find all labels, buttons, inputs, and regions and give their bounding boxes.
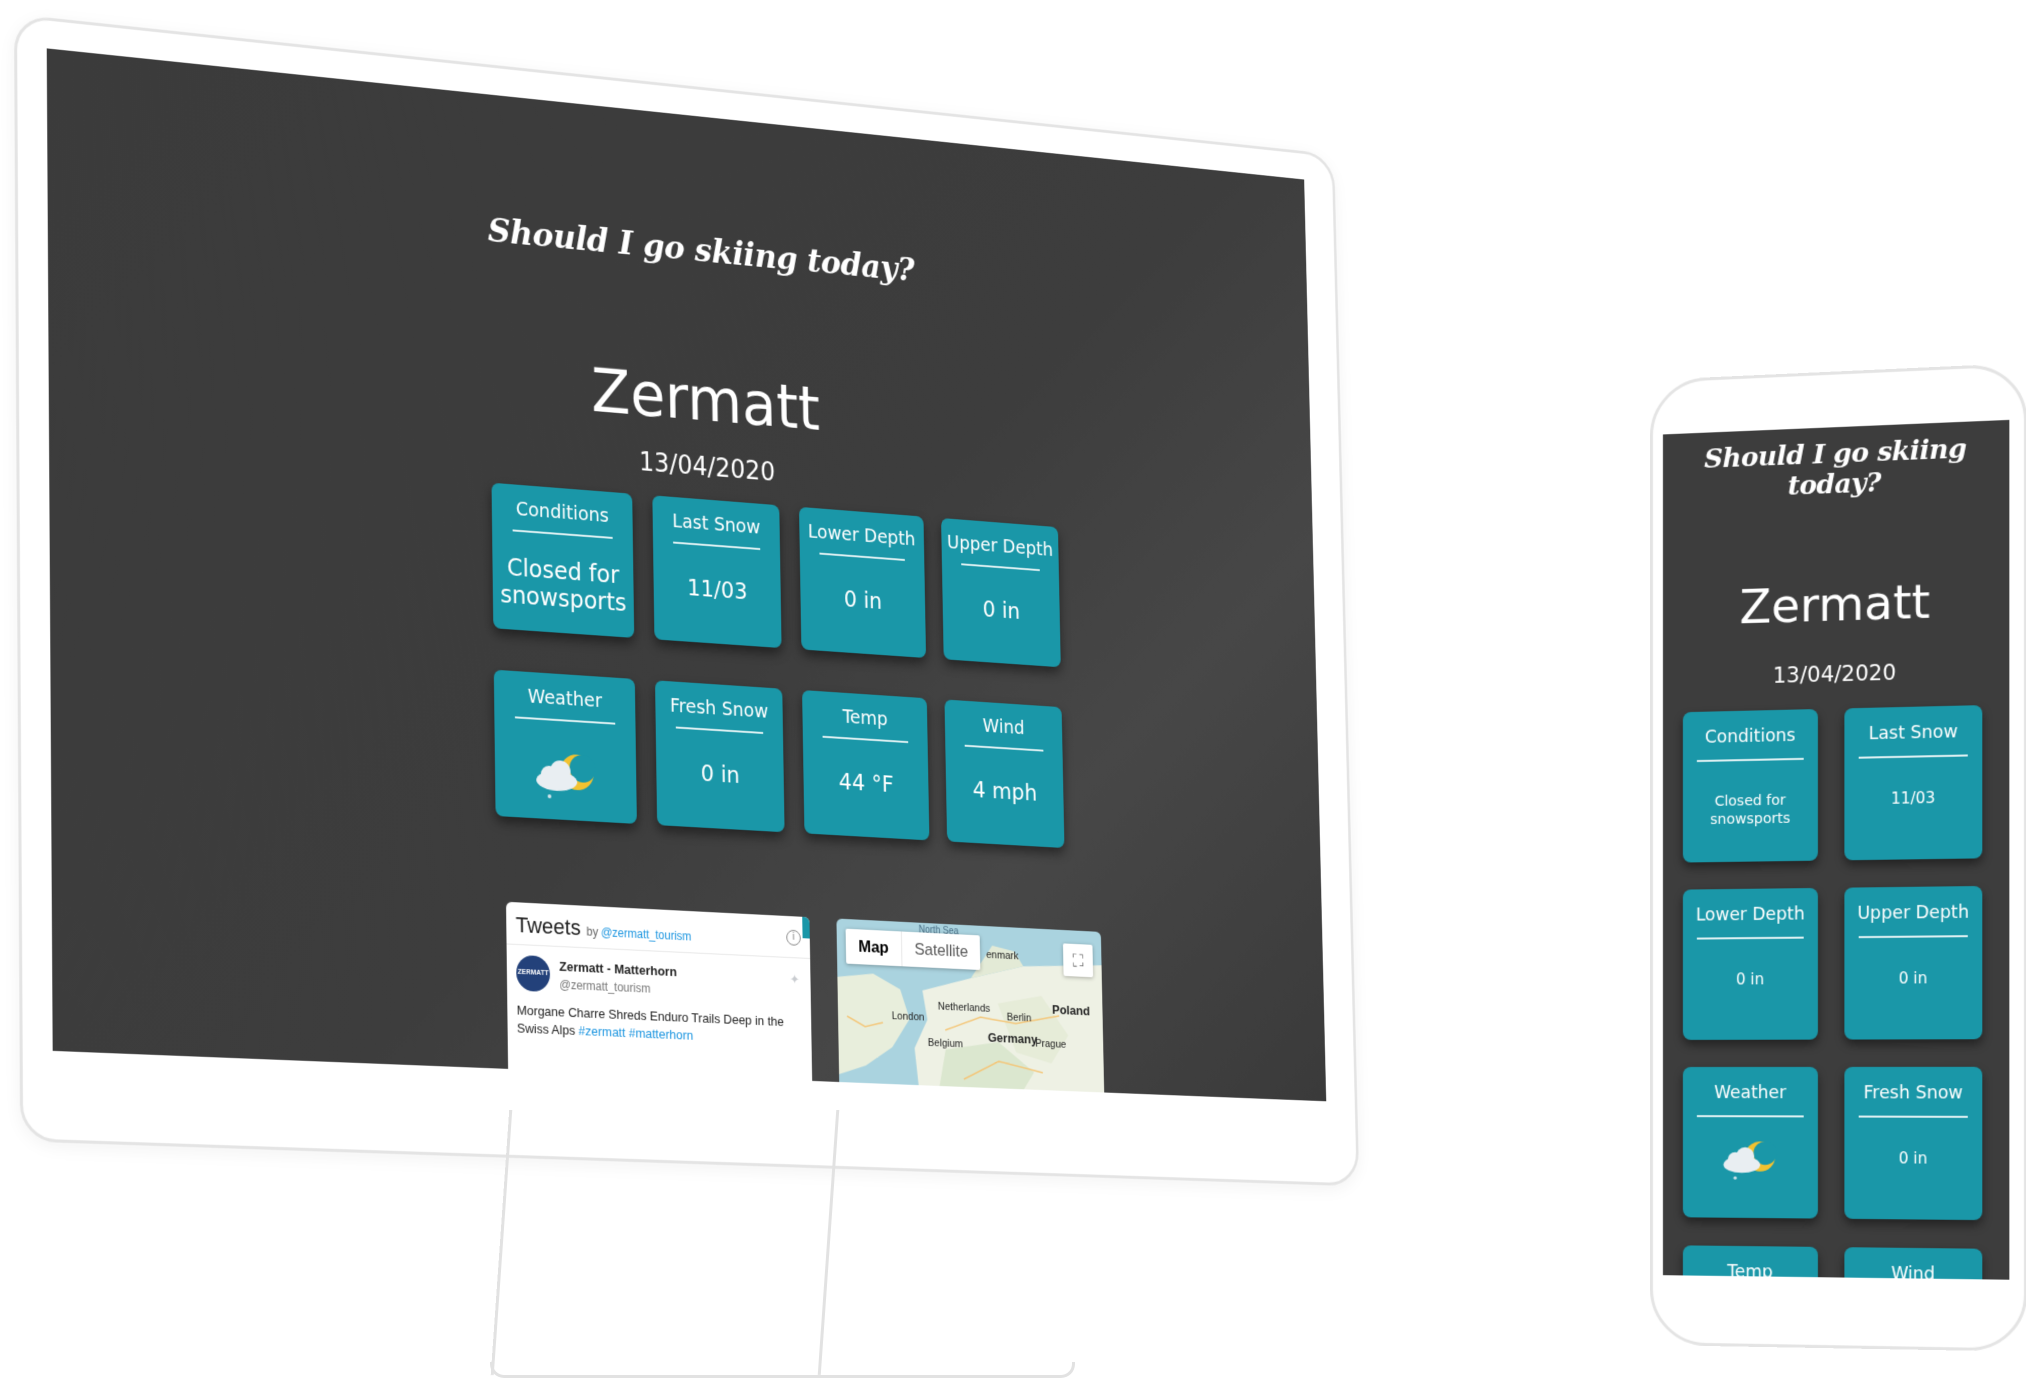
card-label: Upper Depth (1857, 902, 1970, 924)
app-title-mobile: Should I go skiing today? (1704, 433, 1967, 502)
twitter-bird-icon[interactable]: ✦ (790, 972, 800, 988)
map-type-control: Map Satellite (845, 928, 981, 971)
card-value: 0 in (982, 597, 1021, 625)
card-label: Fresh Snow (669, 694, 769, 723)
card-divider (675, 726, 764, 734)
conditions-card-mobile: Conditions Closed for snowsports (1682, 709, 1818, 863)
card-value: Closed for snowsports (500, 553, 627, 618)
map-label-belgium: Belgium (927, 1037, 964, 1051)
card-divider (1696, 936, 1804, 940)
card-divider (961, 563, 1040, 572)
card-label: Conditions (1704, 725, 1796, 748)
wind-card: Wind 4 mph (944, 699, 1065, 849)
last-snow-card-mobile: Last Snow 11/03 (1844, 705, 1983, 861)
partly-cloudy-night-snow-icon (536, 753, 596, 799)
card-value: 4 mph (972, 777, 1038, 807)
monitor-stand-neck (490, 1110, 840, 1375)
card-value: 0 in (1898, 1149, 1928, 1168)
card-value: 0 in (843, 587, 883, 615)
desktop-monitor-frame: Should I go skiing today? Zermatt 13/04/… (14, 14, 1360, 1187)
map-label-denmark: enmark (986, 949, 1019, 963)
timeline-scrollbar[interactable] (802, 916, 810, 939)
device-mockup-stage: Should I go skiing today? Zermatt 13/04/… (0, 0, 2026, 1390)
resort-date-mobile: 13/04/2020 (1772, 660, 1897, 688)
fresh-snow-card-mobile: Fresh Snow 0 in (1844, 1066, 1983, 1221)
conditions-card: Conditions Closed for snowsports (491, 482, 635, 638)
avatar[interactable]: ZERMATT (516, 954, 551, 993)
card-value: 0 in (1736, 970, 1765, 989)
card-divider (1858, 935, 1968, 938)
temp-card: Temp 44 °F (802, 690, 930, 841)
card-label: Wind (1891, 1263, 1936, 1280)
map-type-satellite-button[interactable]: Satellite (902, 931, 981, 970)
card-divider (822, 735, 909, 744)
card-label: Temp (1727, 1261, 1773, 1280)
map-label-london: London (891, 1010, 925, 1024)
tweet-text: Morgane Charre Shreds Enduro Trails Deep… (517, 1002, 803, 1050)
card-label: Last Snow (672, 510, 761, 539)
map-label-prague: Prague (1035, 1037, 1067, 1051)
fresh-snow-card: Fresh Snow 0 in (655, 680, 785, 833)
upper-depth-card-mobile: Upper Depth 0 in (1844, 885, 1983, 1040)
card-label: Wind (982, 715, 1025, 740)
tweet-hashtags[interactable]: #zermatt #matterhorn (578, 1023, 693, 1043)
card-value: 11/03 (687, 575, 748, 606)
weather-card: Weather (493, 669, 637, 824)
card-divider (819, 552, 905, 561)
card-label: Upper Depth (946, 531, 1054, 561)
resort-map[interactable]: North Sea enmark London Netherlands Berl… (836, 918, 1105, 1102)
upper-depth-card: Upper Depth 0 in (941, 517, 1061, 668)
resort-name-mobile: Zermatt (1739, 573, 1931, 635)
card-value: 0 in (700, 761, 741, 789)
partly-cloudy-night-snow-icon (1723, 1141, 1777, 1180)
card-label: Conditions (515, 498, 610, 527)
card-divider (1696, 1115, 1804, 1117)
app-title: Should I go skiing today? (487, 210, 915, 290)
card-divider (512, 529, 613, 539)
card-label: Last Snow (1868, 722, 1958, 745)
card-label: Lower Depth (1695, 904, 1805, 926)
card-divider (673, 541, 761, 551)
temp-card-mobile: Temp (1682, 1245, 1818, 1280)
card-value: 44 °F (838, 769, 894, 798)
map-type-map-button[interactable]: Map (845, 928, 903, 967)
map-label-netherlands: Netherlands (937, 1000, 991, 1015)
phone-frame: Should I go skiing today? Zermatt 13/04/… (1650, 362, 2026, 1352)
info-icon[interactable]: i (786, 929, 801, 946)
tweets-handle-link[interactable]: @zermatt_tourism (601, 925, 692, 943)
card-value: Closed for snowsports (1710, 792, 1791, 829)
card-divider (1858, 1115, 1968, 1118)
tweets-by-label: by (586, 924, 599, 939)
tweet-item[interactable]: ZERMATT Zermatt - Matterhorn @zermatt_to… (507, 944, 812, 1057)
wind-card-mobile: Wind (1844, 1247, 1983, 1280)
card-label: Fresh Snow (1863, 1083, 1963, 1104)
map-label-berlin: Berlin (1006, 1011, 1032, 1025)
map-label-poland: Poland (1051, 1002, 1090, 1019)
card-value: 11/03 (1890, 788, 1936, 808)
card-label: Weather (1714, 1083, 1787, 1104)
monitor-stand-base (490, 1362, 1075, 1378)
card-divider (514, 716, 616, 725)
map-label-germany: Germany (987, 1030, 1038, 1047)
weather-card-mobile: Weather (1682, 1066, 1818, 1219)
lower-depth-card: Lower Depth 0 in (799, 506, 927, 659)
last-snow-card: Last Snow 11/03 (652, 495, 782, 649)
tweets-title: Tweets (515, 912, 581, 941)
phone-screen: Should I go skiing today? Zermatt 13/04/… (1662, 419, 2010, 1280)
card-value: 0 in (1898, 969, 1928, 988)
card-label: Weather (527, 685, 603, 713)
fullscreen-icon[interactable]: ⛶ (1062, 943, 1094, 978)
desktop-screen: Should I go skiing today? Zermatt 13/04/… (46, 48, 1327, 1102)
card-label: Lower Depth (807, 520, 916, 551)
twitter-timeline[interactable]: Tweets by @zermatt_tourism i ZERMATT Zer… (506, 901, 813, 1093)
lower-depth-card-mobile: Lower Depth 0 in (1682, 887, 1818, 1040)
card-label: Temp (842, 706, 888, 731)
card-divider (1696, 757, 1804, 762)
card-divider (1858, 754, 1968, 759)
card-divider (964, 744, 1044, 752)
